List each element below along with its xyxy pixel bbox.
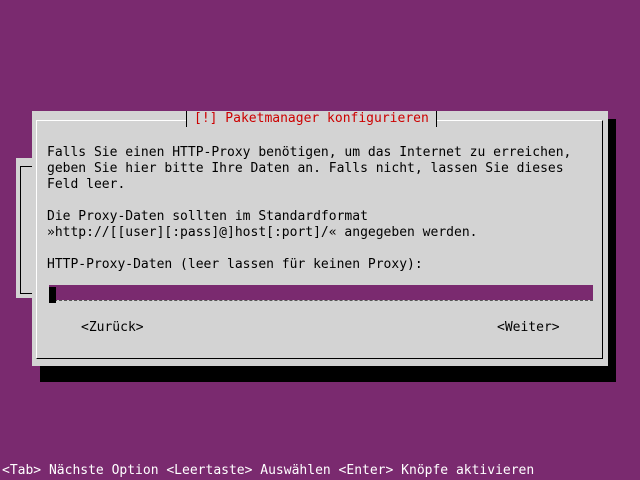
description-line-1: Falls Sie einen HTTP-Proxy benötigen, um… (47, 145, 572, 160)
proxy-dialog: [!] Paketmanager konfigurieren Falls Sie… (32, 111, 608, 366)
next-button[interactable]: <Weiter> (497, 320, 560, 336)
dialog-title: [!] Paketmanager konfigurieren (186, 111, 437, 127)
format-line-1: Die Proxy-Daten sollten im Standardforma… (47, 209, 368, 224)
installer-screen: [!] Paketmanager konfigurieren Falls Sie… (0, 0, 640, 480)
description-line-3: Feld leer. (47, 177, 126, 192)
proxy-input[interactable] (49, 285, 593, 300)
text-cursor (49, 287, 56, 303)
format-line-2: »http://[[user][:pass]@]host[:port]/« an… (47, 225, 478, 240)
back-button[interactable]: <Zurück> (81, 320, 144, 336)
description-line-2: geben Sie hier bitte Ihre Daten an. Fall… (47, 161, 564, 176)
proxy-input-underline (49, 300, 593, 302)
key-help-statusbar: <Tab> Nächste Option <Leertaste> Auswähl… (2, 463, 535, 478)
proxy-input-label: HTTP-Proxy-Daten (leer lassen für keinen… (47, 257, 423, 272)
